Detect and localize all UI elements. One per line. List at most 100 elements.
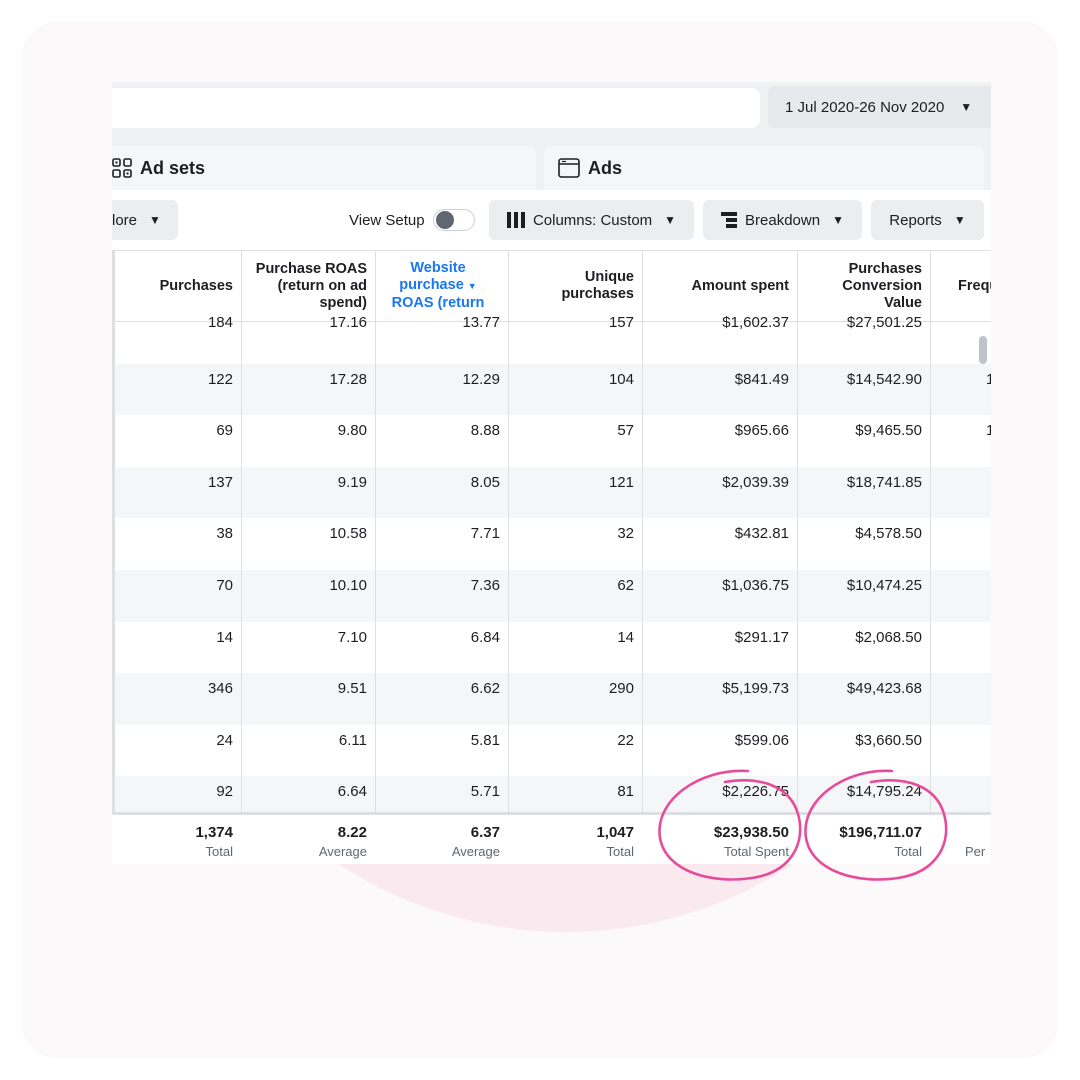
table-row[interactable]: 122 17.28 12.29 104 $841.49 $14,542.90 1 bbox=[112, 363, 991, 416]
caret-down-icon: ▼ bbox=[832, 213, 844, 227]
total-label: Total bbox=[205, 844, 233, 859]
column-divider bbox=[642, 250, 643, 864]
cell-unique: 290 bbox=[608, 680, 634, 698]
cell-value: $27,501.25 bbox=[846, 314, 922, 331]
total-conversion-value: $196,711.07 Total bbox=[798, 823, 930, 861]
cell-purchase-roas: 9.19 bbox=[337, 473, 367, 491]
toolbar: lore ▼ View Setup Columns: Custom ▼ Brea… bbox=[112, 190, 991, 250]
cell-unique: 57 bbox=[617, 422, 634, 440]
total-value: $196,711.07 bbox=[839, 824, 922, 841]
breakdown-button-label: Breakdown bbox=[745, 211, 821, 229]
cell-website-roas: 12.29 bbox=[462, 370, 500, 388]
total-label: Total Spent bbox=[723, 844, 789, 859]
cell-purchase-roas: 17.28 bbox=[329, 370, 367, 388]
total-purchases: 1,374 Total bbox=[115, 823, 241, 861]
breakdown-button[interactable]: Breakdown ▼ bbox=[703, 200, 862, 240]
columns-icon bbox=[506, 212, 525, 228]
vertical-scrollbar[interactable] bbox=[979, 336, 987, 364]
caret-down-icon: ▼ bbox=[960, 100, 973, 114]
column-divider bbox=[375, 250, 376, 864]
cell-purchase-roas: 9.80 bbox=[337, 422, 367, 440]
column-header-unique-purchases[interactable]: Unique purchases bbox=[509, 251, 642, 321]
cell-website-roas: 13.77 bbox=[462, 314, 500, 331]
cell-purchases: 24 bbox=[216, 731, 233, 749]
date-range-picker[interactable]: 1 Jul 2020-26 Nov 2020 ▼ bbox=[768, 86, 991, 128]
total-amount-spent: $23,938.50 Total Spent bbox=[643, 823, 797, 861]
ads-icon bbox=[558, 158, 580, 178]
cell-purchase-roas: 6.64 bbox=[337, 783, 367, 801]
cell-freq bbox=[931, 781, 991, 803]
cell-purchase-roas: 9.51 bbox=[337, 680, 367, 698]
cell-purchases: 92 bbox=[216, 783, 233, 801]
table-row[interactable]: 38 10.58 7.71 32 $432.81 $4,578.50 bbox=[112, 518, 991, 570]
total-value: $23,938.50 bbox=[713, 824, 789, 841]
table-row[interactable]: 24 6.11 5.81 22 $599.06 $3,660.50 bbox=[112, 725, 991, 777]
table-left-border bbox=[112, 250, 115, 864]
cell-unique: 121 bbox=[608, 473, 634, 491]
column-header-label: Website purchase ▼ ROAS (return bbox=[391, 260, 485, 311]
cell-value: $10,474.25 bbox=[846, 577, 922, 594]
column-divider bbox=[508, 250, 509, 864]
cell-value: $14,795.24 bbox=[846, 783, 922, 801]
cell-freq bbox=[931, 678, 991, 700]
table-row[interactable]: 184 17.16 13.77 157 $1,602.37 $27,501.25 bbox=[112, 312, 991, 364]
top-bar: 1 Jul 2020-26 Nov 2020 ▼ bbox=[112, 82, 991, 134]
column-header-frequency[interactable]: Frequ bbox=[931, 251, 991, 321]
column-header-amount-spent[interactable]: Amount spent bbox=[643, 251, 797, 321]
cell-unique: 22 bbox=[617, 731, 634, 749]
column-header-purchase-roas[interactable]: Purchase ROAS (return on ad spend) bbox=[242, 251, 375, 321]
cell-value: $49,423.68 bbox=[846, 680, 922, 698]
caret-down-icon: ▼ bbox=[664, 213, 677, 227]
cell-spent: $432.81 bbox=[734, 525, 789, 543]
column-header-label: Frequ bbox=[958, 277, 991, 294]
cell-website-roas: 6.84 bbox=[470, 628, 500, 646]
more-button-label: lore bbox=[112, 211, 138, 229]
cell-website-roas: 7.36 bbox=[470, 577, 500, 594]
column-header-label: Purchases Conversion Value bbox=[842, 260, 922, 311]
cell-freq bbox=[931, 312, 991, 334]
sort-desc-icon: ▼ bbox=[467, 281, 477, 291]
view-setup: View Setup bbox=[349, 200, 475, 240]
cell-spent: $291.17 bbox=[734, 628, 789, 646]
view-setup-toggle[interactable] bbox=[432, 209, 475, 231]
total-label: Total bbox=[606, 844, 634, 859]
tab-ads-label: Ads bbox=[588, 157, 623, 178]
cell-freq bbox=[931, 472, 991, 494]
column-header-purchases[interactable]: Purchases bbox=[115, 251, 241, 321]
column-divider bbox=[930, 250, 931, 864]
total-value: 1,374 bbox=[195, 824, 233, 841]
cell-purchases: 69 bbox=[216, 422, 233, 440]
total-label: Average bbox=[451, 844, 500, 859]
cell-purchases: 14 bbox=[216, 628, 233, 646]
cell-purchase-roas: 17.16 bbox=[329, 314, 367, 331]
cell-freq bbox=[931, 575, 991, 597]
cell-website-roas: 6.62 bbox=[470, 680, 500, 698]
cell-purchase-roas: 7.10 bbox=[337, 628, 367, 646]
table-row[interactable]: 14 7.10 6.84 14 $291.17 $2,068.50 bbox=[112, 622, 991, 674]
column-header-website-purchase-roas[interactable]: Website purchase ▼ ROAS (return bbox=[376, 251, 508, 321]
cell-website-roas: 8.05 bbox=[470, 473, 500, 491]
total-value: 1,047 bbox=[596, 824, 634, 841]
cell-purchase-roas: 10.58 bbox=[329, 525, 367, 543]
cell-purchase-roas: 6.11 bbox=[338, 731, 367, 749]
total-value: 8.22 bbox=[337, 824, 367, 841]
tab-ad-sets[interactable]: Ad sets bbox=[112, 146, 536, 190]
tab-ads[interactable]: Ads bbox=[544, 146, 984, 190]
column-header-conversion-value[interactable]: Purchases Conversion Value bbox=[798, 251, 930, 321]
reports-button[interactable]: Reports ▼ bbox=[871, 200, 984, 240]
table-row[interactable]: 137 9.19 8.05 121 $2,039.39 $18,741.85 bbox=[112, 466, 991, 519]
table-row[interactable]: 346 9.51 6.62 290 $5,199.73 $49,423.68 bbox=[112, 673, 991, 725]
table-row[interactable]: 70 10.10 7.36 62 $1,036.75 $10,474.25 bbox=[112, 570, 991, 622]
columns-button[interactable]: Columns: Custom ▼ bbox=[489, 200, 694, 240]
cell-purchases: 70 bbox=[216, 577, 233, 594]
cell-freq bbox=[931, 627, 991, 649]
cell-value: $2,068.50 bbox=[855, 628, 922, 646]
table-row[interactable]: 69 9.80 8.88 57 $965.66 $9,465.50 1 bbox=[112, 415, 991, 467]
more-button[interactable]: lore ▼ bbox=[112, 200, 178, 240]
cell-freq bbox=[931, 730, 991, 752]
total-label: Average bbox=[318, 844, 367, 859]
search-input[interactable] bbox=[112, 88, 760, 128]
cell-spent: $2,039.39 bbox=[722, 473, 789, 491]
cell-spent: $1,036.75 bbox=[722, 577, 789, 594]
cell-purchases: 346 bbox=[207, 680, 233, 698]
